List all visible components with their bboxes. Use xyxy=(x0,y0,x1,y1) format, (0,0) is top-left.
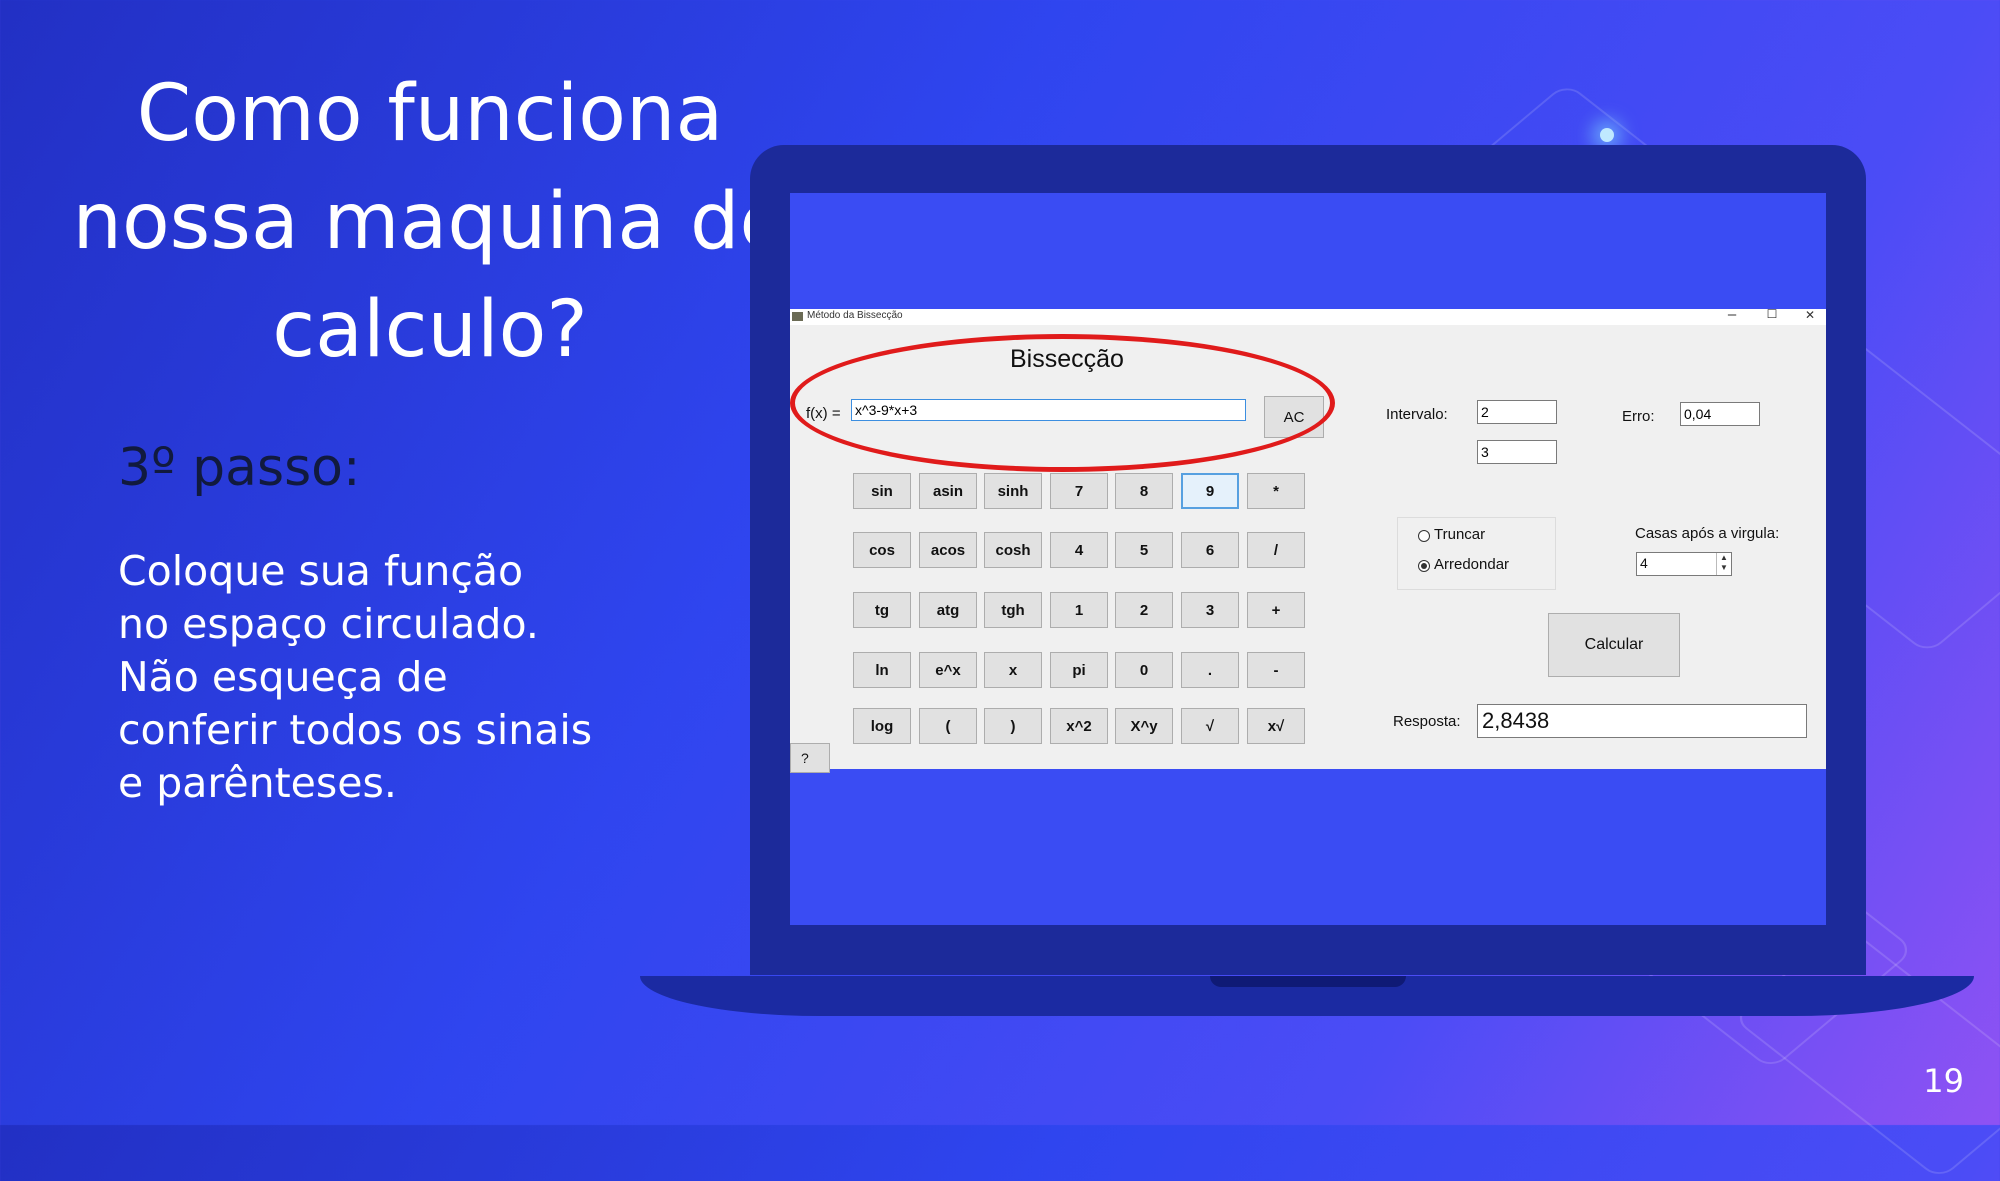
key-exp[interactable]: e^x xyxy=(919,652,977,688)
key-x[interactable]: x xyxy=(984,652,1042,688)
radio-truncar-label[interactable]: Truncar xyxy=(1434,526,1485,543)
key-minus[interactable]: - xyxy=(1247,652,1305,688)
fx-label: f(x) = xyxy=(806,405,841,422)
key-power[interactable]: X^y xyxy=(1115,708,1173,744)
casas-label: Casas após a virgula: xyxy=(1635,525,1780,542)
intervalo-label: Intervalo: xyxy=(1386,406,1448,423)
app-window: Método da Bissecção – ☐ ✕ Bissecção f(x)… xyxy=(790,306,1826,773)
key-5[interactable]: 5 xyxy=(1115,532,1173,568)
key-open-paren[interactable]: ( xyxy=(919,708,977,744)
page-title: Como funciona nossa maquina de calculo? xyxy=(60,60,800,384)
window-heading: Bissecção xyxy=(1010,345,1124,373)
step-label: 3º passo: xyxy=(118,438,361,498)
key-tg[interactable]: tg xyxy=(853,592,911,628)
title-line: calculo? xyxy=(272,285,588,375)
key-6[interactable]: 6 xyxy=(1181,532,1239,568)
key-sin[interactable]: sin xyxy=(853,473,911,509)
key-cosh[interactable]: cosh xyxy=(984,532,1042,568)
key-7[interactable]: 7 xyxy=(1050,473,1108,509)
key-atg[interactable]: atg xyxy=(919,592,977,628)
spinner-arrows-icon[interactable]: ▲ ▼ xyxy=(1716,553,1731,575)
clear-button[interactable]: AC xyxy=(1264,396,1324,438)
key-nth-root[interactable]: x√ xyxy=(1247,708,1305,744)
calcular-button[interactable]: Calcular xyxy=(1548,613,1680,677)
key-0[interactable]: 0 xyxy=(1115,652,1173,688)
laptop-screen: Método da Bissecção – ☐ ✕ Bissecção f(x)… xyxy=(790,193,1826,925)
instruction-text: Coloque sua função no espaço circulado. … xyxy=(118,545,678,810)
key-cos[interactable]: cos xyxy=(853,532,911,568)
function-input[interactable] xyxy=(851,399,1246,421)
key-plus[interactable]: + xyxy=(1247,592,1305,628)
resposta-label: Resposta: xyxy=(1393,713,1461,730)
radio-arredondar[interactable] xyxy=(1418,560,1430,572)
laptop-notch xyxy=(1210,976,1406,987)
error-input[interactable] xyxy=(1680,402,1760,426)
key-decimal[interactable]: . xyxy=(1181,652,1239,688)
instruction-line: Coloque sua função xyxy=(118,547,524,595)
key-asin[interactable]: asin xyxy=(919,473,977,509)
page-number: 19 xyxy=(1923,1062,1964,1100)
key-3[interactable]: 3 xyxy=(1181,592,1239,628)
key-acos[interactable]: acos xyxy=(919,532,977,568)
radio-truncar[interactable] xyxy=(1418,530,1430,542)
title-line: Como funciona xyxy=(136,69,724,159)
key-1[interactable]: 1 xyxy=(1050,592,1108,628)
key-close-paren[interactable]: ) xyxy=(984,708,1042,744)
instruction-line: conferir todos os sinais xyxy=(118,706,593,754)
key-divide[interactable]: / xyxy=(1247,532,1305,568)
key-ln[interactable]: ln xyxy=(853,652,911,688)
interval-start-input[interactable] xyxy=(1477,400,1557,424)
key-2[interactable]: 2 xyxy=(1115,592,1173,628)
glow-dot xyxy=(1600,128,1614,142)
close-button[interactable]: ✕ xyxy=(1800,308,1820,322)
key-log[interactable]: log xyxy=(853,708,911,744)
radio-arredondar-label[interactable]: Arredondar xyxy=(1434,556,1509,573)
rounding-mode-group: Truncar Arredondar xyxy=(1397,517,1556,590)
key-pi[interactable]: pi xyxy=(1050,652,1108,688)
result-output: 2,8438 xyxy=(1477,704,1807,738)
window-title: Método da Bissecção xyxy=(807,310,903,321)
instruction-line: Não esqueça de xyxy=(118,653,448,701)
window-titlebar: Método da Bissecção – ☐ ✕ xyxy=(790,306,1826,325)
minimize-button[interactable]: – xyxy=(1722,306,1742,323)
decimal-places-value: 4 xyxy=(1640,555,1648,571)
app-icon xyxy=(792,312,803,321)
instruction-line: no espaço circulado. xyxy=(118,600,539,648)
key-sqrt[interactable]: √ xyxy=(1181,708,1239,744)
help-button[interactable]: ? xyxy=(790,743,830,773)
key-9[interactable]: 9 xyxy=(1181,473,1239,509)
instruction-line: e parênteses. xyxy=(118,759,397,807)
slide: Como funciona nossa maquina de calculo? … xyxy=(0,0,2000,1181)
maximize-button[interactable]: ☐ xyxy=(1762,307,1782,321)
key-8[interactable]: 8 xyxy=(1115,473,1173,509)
erro-label: Erro: xyxy=(1622,408,1655,425)
key-tgh[interactable]: tgh xyxy=(984,592,1042,628)
key-square[interactable]: x^2 xyxy=(1050,708,1108,744)
key-multiply[interactable]: * xyxy=(1247,473,1305,509)
key-4[interactable]: 4 xyxy=(1050,532,1108,568)
key-sinh[interactable]: sinh xyxy=(984,473,1042,509)
interval-end-input[interactable] xyxy=(1477,440,1557,464)
title-line: nossa maquina de xyxy=(72,177,788,267)
decimal-places-spinner[interactable]: 4 ▲ ▼ xyxy=(1636,552,1732,576)
